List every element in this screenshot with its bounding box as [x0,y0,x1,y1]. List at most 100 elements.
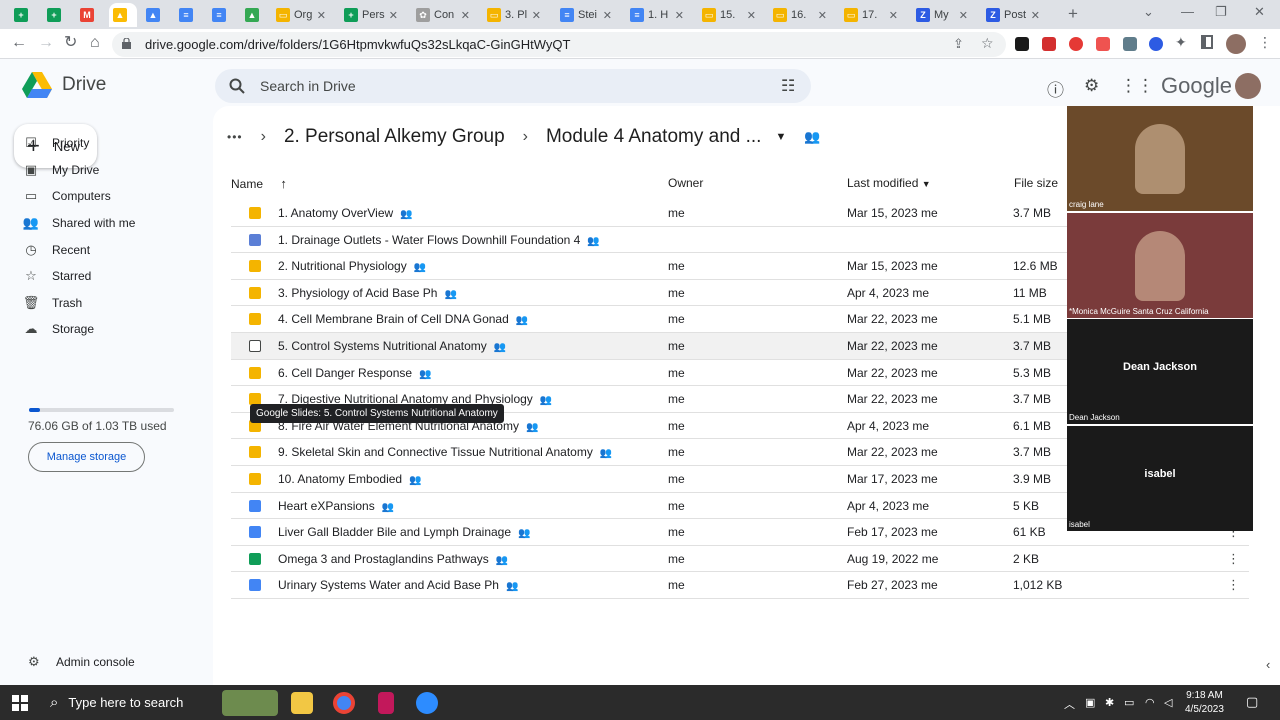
sidebar-item-my-drive[interactable]: ▣ My Drive [22,159,100,181]
name-column-header[interactable]: Name ↑ [231,176,287,191]
close-tab-icon[interactable]: ✕ [600,9,612,22]
browser-tab[interactable]: Z Post ✕ [982,3,1044,27]
row-checkbox[interactable] [249,339,261,352]
windows-start-icon[interactable] [12,695,28,711]
admin-console-link[interactable]: ⚙ Admin console [28,654,135,670]
opera-extension-icon[interactable] [1069,37,1083,51]
participant-video-tile[interactable]: Dean Jackson Dean Jackson [1067,319,1253,424]
sidebar-item-recent[interactable]: ◷ Recent [22,239,90,261]
browser-tab[interactable]: ▭ 15. ✕ [698,3,760,27]
sidebar-item-priority[interactable]: ☑ Priority [22,132,89,154]
participant-video-tile[interactable]: isabel isabel [1067,426,1253,531]
sort-arrow-up-icon[interactable]: ↑ [280,176,287,191]
drive-logo[interactable]: Drive [22,72,106,98]
breadcrumb-ellipsis[interactable]: ••• [227,130,243,144]
close-tab-icon[interactable]: ✕ [956,9,968,22]
tab-search-icon[interactable]: ⌄ [1143,4,1154,20]
more-actions-icon[interactable]: ⋮ [1227,577,1240,593]
file-name[interactable]: 10. Anatomy Embodied 👥 [278,472,422,486]
file-name[interactable]: 1. Drainage Outlets - Water Flows Downhi… [278,233,600,247]
search-options-icon[interactable]: ☷ [781,76,795,96]
taskbar-clock[interactable]: 9:18 AM 4/5/2023 [1185,689,1224,717]
new-tab-icon[interactable]: + [1068,4,1078,24]
zoom-extension-icon[interactable] [1149,37,1163,51]
browser-tab[interactable]: ▲ [109,3,137,27]
bookmark-star-icon[interactable]: ☆ [981,35,994,52]
close-tab-icon[interactable]: ✕ [744,9,756,22]
notifications-icon[interactable]: ▢ [1246,694,1258,710]
browser-tab[interactable]: ▭ 3. Pl ✕ [483,3,545,27]
close-tab-icon[interactable]: ✕ [815,9,827,22]
last-modified-column-header[interactable]: Last modified ▼ [847,176,931,190]
participant-video-tile[interactable]: craig lane [1067,106,1253,211]
volume-icon[interactable]: ◁ [1164,696,1172,709]
owner-column-header[interactable]: Owner [668,176,703,190]
file-name[interactable]: 4. Cell Membrane Brain of Cell DNA Gonad… [278,312,528,326]
breadcrumb-parent[interactable]: 2. Personal Alkemy Group [284,126,505,148]
browser-tab[interactable]: + [10,3,34,27]
sidebar-item-starred[interactable]: ☆ Starred [22,265,91,287]
browser-tab[interactable]: ≡ [175,3,199,27]
file-name[interactable]: 9. Skeletal Skin and Connective Tissue N… [278,445,612,459]
file-name[interactable]: Heart eXPansions 👥 [278,499,394,513]
browser-tab[interactable]: ≡ 1. H ✕ [626,3,688,27]
share-page-icon[interactable]: ⇪ [953,36,964,52]
participant-video-tile[interactable]: *Monica McGuire Santa Cruz California [1067,213,1253,318]
close-window-icon[interactable]: ✕ [1254,4,1265,20]
battery-icon[interactable]: ▭ [1124,696,1134,709]
browser-tab[interactable]: ≡ [208,3,232,27]
manage-storage-button[interactable]: Manage storage [28,442,145,472]
extension-icon[interactable] [1096,37,1110,51]
file-explorer-icon[interactable] [291,692,313,714]
extension-icon[interactable] [1015,37,1029,51]
shared-folder-icon[interactable]: 👥 [804,129,820,145]
tray-app-icon[interactable]: ▣ [1085,696,1095,709]
file-name[interactable]: Omega 3 and Prostaglandins Pathways 👥 [278,552,508,566]
browser-tab[interactable]: + [43,3,67,27]
close-tab-icon[interactable]: ✕ [529,9,541,22]
zoom-taskbar-icon[interactable] [416,692,438,714]
browser-tab[interactable]: ✿ Con ✕ [412,3,474,27]
search-input[interactable]: Search in Drive ☷ [215,69,811,103]
profile-avatar[interactable] [1226,34,1246,54]
wifi-icon[interactable]: ◠ [1145,696,1155,709]
browser-tab[interactable]: + Pers ✕ [340,3,402,27]
chrome-taskbar-icon[interactable] [333,692,355,714]
restore-icon[interactable]: ❐ [1215,4,1227,20]
account-avatar[interactable] [1235,73,1261,99]
sidepanel-icon[interactable] [1201,35,1213,49]
apps-grid-icon[interactable]: ⋮⋮ [1120,76,1154,96]
forward-icon[interactable]: → [38,35,54,51]
table-row[interactable]: Omega 3 and Prostaglandins Pathways 👥 me Au… [231,546,1249,573]
expand-side-panel-icon[interactable]: ‹ [1266,657,1270,672]
omnibox[interactable]: drive.google.com/drive/folders/1G6Htpmvk… [112,32,1006,57]
close-tab-icon[interactable]: ✕ [672,9,684,22]
browser-tab[interactable]: ≡ Stei ✕ [556,3,616,27]
file-name[interactable]: 6. Cell Danger Response 👥 [278,366,432,380]
home-icon[interactable]: ⌂ [90,35,100,51]
browser-tab[interactable]: ▭ 16. ✕ [769,3,831,27]
breadcrumb-current[interactable]: Module 4 Anatomy and ... [546,126,761,148]
sidebar-item-trash[interactable]: 🗑 Trash [22,292,83,314]
minimize-icon[interactable]: — [1181,4,1194,19]
browser-tab[interactable]: ▭ Org ✕ [272,3,330,27]
tray-bluetooth-icon[interactable]: ✱ [1105,696,1114,709]
file-name[interactable]: 5. Control Systems Nutritional Anatomy 👥 [278,339,506,353]
file-name[interactable]: 3. Physiology of Acid Base Ph 👥 [278,286,457,300]
file-name[interactable]: Urinary Systems Water and Acid Base Ph 👥 [278,578,518,592]
puzzle-icon[interactable]: ✦ [1175,34,1187,51]
help-icon[interactable]: ⓘ [1047,76,1064,101]
file-name[interactable]: 1. Anatomy OverView 👥 [278,206,413,220]
more-actions-icon[interactable]: ⋮ [1227,551,1240,567]
file-name[interactable]: Liver Gall Bladder Bile and Lymph Draina… [278,525,530,539]
close-tab-icon[interactable]: ✕ [1028,9,1040,22]
table-row[interactable]: Urinary Systems Water and Acid Base Ph 👥 m… [231,572,1249,599]
browser-tab[interactable]: ▲ [241,3,265,27]
folder-menu-caret-icon[interactable]: ▼ [775,131,786,143]
close-tab-icon[interactable]: ✕ [386,9,398,22]
app-taskbar-icon[interactable] [378,692,394,714]
file-size-column-header[interactable]: File size [1014,176,1058,190]
chrome-menu-icon[interactable]: ⋮ [1258,34,1272,51]
sidebar-item-shared-with-me[interactable]: 👥 Shared with me [22,212,135,234]
browser-tab[interactable]: M [76,3,100,27]
